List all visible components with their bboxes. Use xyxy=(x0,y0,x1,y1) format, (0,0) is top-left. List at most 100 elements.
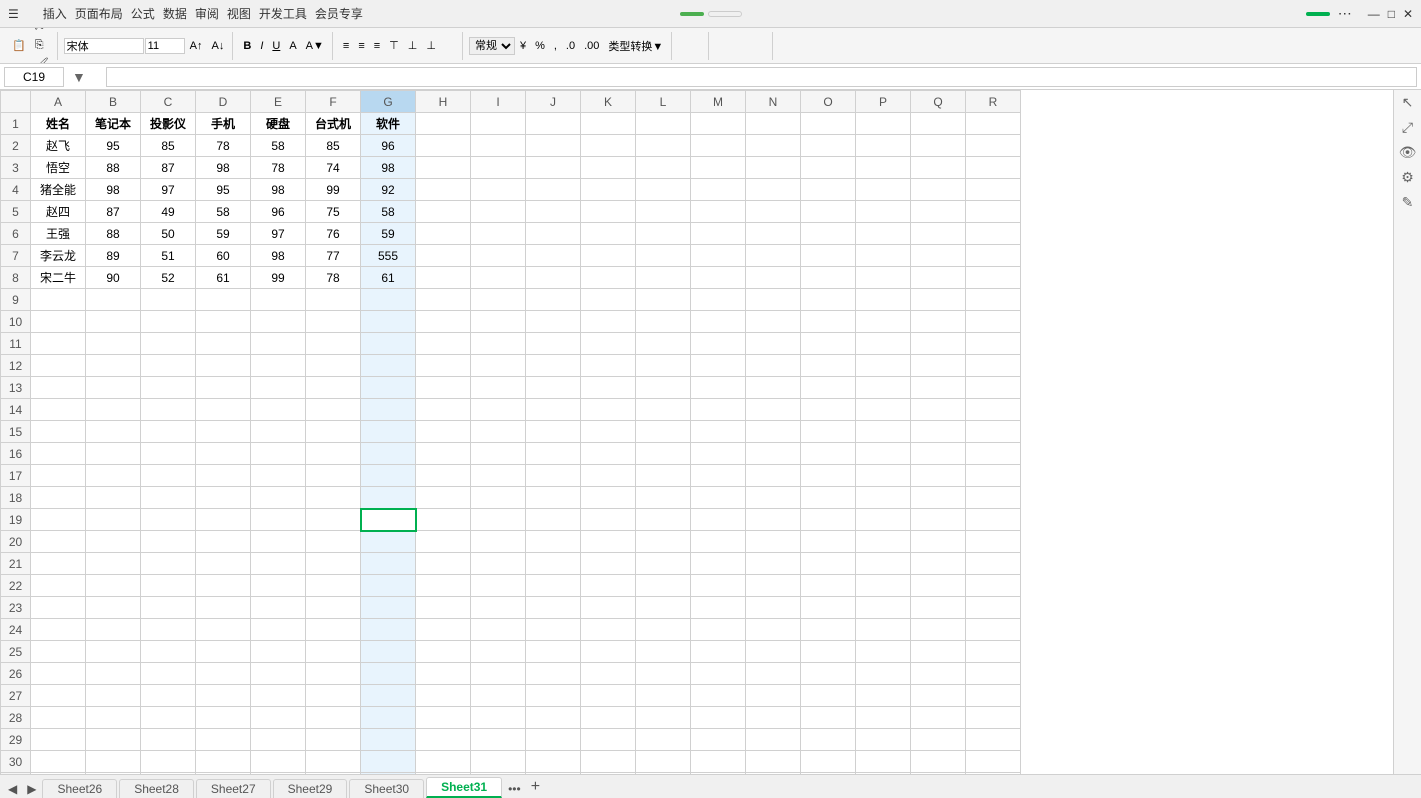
cell-L19[interactable] xyxy=(636,509,691,531)
cell-G16[interactable] xyxy=(361,443,416,465)
cell-F14[interactable] xyxy=(306,399,361,421)
cell-P9[interactable] xyxy=(856,289,911,311)
cell-N26[interactable] xyxy=(746,663,801,685)
cell-G2[interactable]: 96 xyxy=(361,135,416,157)
row-header-26[interactable]: 26 xyxy=(1,663,31,685)
cell-G6[interactable]: 59 xyxy=(361,223,416,245)
cell-K23[interactable] xyxy=(581,597,636,619)
cell-K21[interactable] xyxy=(581,553,636,575)
cell-C10[interactable] xyxy=(141,311,196,333)
cell-G28[interactable] xyxy=(361,707,416,729)
row-header-29[interactable]: 29 xyxy=(1,729,31,751)
cell-D12[interactable] xyxy=(196,355,251,377)
settings-icon[interactable]: ⚙ xyxy=(1401,169,1414,186)
sum-btn[interactable] xyxy=(715,44,723,48)
cell-F13[interactable] xyxy=(306,377,361,399)
cell-K15[interactable] xyxy=(581,421,636,443)
cell-F30[interactable] xyxy=(306,751,361,773)
cell-I10[interactable] xyxy=(471,311,526,333)
cell-E7[interactable]: 98 xyxy=(251,245,306,267)
cell-E16[interactable] xyxy=(251,443,306,465)
cell-F10[interactable] xyxy=(306,311,361,333)
cell-C8[interactable]: 52 xyxy=(141,267,196,289)
cell-Q11[interactable] xyxy=(911,333,966,355)
cell-B20[interactable] xyxy=(86,531,141,553)
cell-K5[interactable] xyxy=(581,201,636,223)
cell-H18[interactable] xyxy=(416,487,471,509)
cell-N27[interactable] xyxy=(746,685,801,707)
row-header-16[interactable]: 16 xyxy=(1,443,31,465)
col-header-G[interactable]: G xyxy=(361,91,416,113)
cell-P15[interactable] xyxy=(856,421,911,443)
cell-R27[interactable] xyxy=(966,685,1021,707)
cell-L23[interactable] xyxy=(636,597,691,619)
cell-I1[interactable] xyxy=(471,113,526,135)
cell-B4[interactable]: 98 xyxy=(86,179,141,201)
cell-Q3[interactable] xyxy=(911,157,966,179)
cell-G17[interactable] xyxy=(361,465,416,487)
cell-D31[interactable] xyxy=(196,773,251,775)
cell-G12[interactable] xyxy=(361,355,416,377)
cell-P1[interactable] xyxy=(856,113,911,135)
cell-E30[interactable] xyxy=(251,751,306,773)
cell-H14[interactable] xyxy=(416,399,471,421)
row-header-25[interactable]: 25 xyxy=(1,641,31,663)
start-button[interactable] xyxy=(680,12,704,16)
cell-F11[interactable] xyxy=(306,333,361,355)
cell-B15[interactable] xyxy=(86,421,141,443)
cell-B18[interactable] xyxy=(86,487,141,509)
fill-btn[interactable] xyxy=(742,44,750,48)
cell-C3[interactable]: 87 xyxy=(141,157,196,179)
cell-J2[interactable] xyxy=(526,135,581,157)
cell-R29[interactable] xyxy=(966,729,1021,751)
cell-P29[interactable] xyxy=(856,729,911,751)
cell-O24[interactable] xyxy=(801,619,856,641)
cell-I27[interactable] xyxy=(471,685,526,707)
cell-A30[interactable] xyxy=(31,751,86,773)
more-sheets-btn[interactable]: ••• xyxy=(504,780,525,798)
cell-O17[interactable] xyxy=(801,465,856,487)
cell-K18[interactable] xyxy=(581,487,636,509)
cell-O23[interactable] xyxy=(801,597,856,619)
cell-F17[interactable] xyxy=(306,465,361,487)
cell-Q25[interactable] xyxy=(911,641,966,663)
cell-Q7[interactable] xyxy=(911,245,966,267)
cell-M2[interactable] xyxy=(691,135,746,157)
cell-P26[interactable] xyxy=(856,663,911,685)
cell-A3[interactable]: 悟空 xyxy=(31,157,86,179)
cell-M20[interactable] xyxy=(691,531,746,553)
col-header-J[interactable]: J xyxy=(526,91,581,113)
cell-P28[interactable] xyxy=(856,707,911,729)
cell-A12[interactable] xyxy=(31,355,86,377)
cell-O26[interactable] xyxy=(801,663,856,685)
cell-N19[interactable] xyxy=(746,509,801,531)
menu-data[interactable]: 数据 xyxy=(163,5,187,22)
cell-M17[interactable] xyxy=(691,465,746,487)
sheet-tab-Sheet30[interactable]: Sheet30 xyxy=(349,779,424,798)
cell-F22[interactable] xyxy=(306,575,361,597)
cell-D11[interactable] xyxy=(196,333,251,355)
cell-N25[interactable] xyxy=(746,641,801,663)
cell-A7[interactable]: 李云龙 xyxy=(31,245,86,267)
cell-P8[interactable] xyxy=(856,267,911,289)
cell-O20[interactable] xyxy=(801,531,856,553)
cell-R13[interactable] xyxy=(966,377,1021,399)
cell-H25[interactable] xyxy=(416,641,471,663)
cell-C31[interactable] xyxy=(141,773,196,775)
cell-J19[interactable] xyxy=(526,509,581,531)
cell-L12[interactable] xyxy=(636,355,691,377)
cell-I26[interactable] xyxy=(471,663,526,685)
cell-D28[interactable] xyxy=(196,707,251,729)
cell-G5[interactable]: 58 xyxy=(361,201,416,223)
cell-D17[interactable] xyxy=(196,465,251,487)
cell-P7[interactable] xyxy=(856,245,911,267)
cell-J25[interactable] xyxy=(526,641,581,663)
cell-A16[interactable] xyxy=(31,443,86,465)
cell-R20[interactable] xyxy=(966,531,1021,553)
cell-R21[interactable] xyxy=(966,553,1021,575)
maximize-btn[interactable]: □ xyxy=(1388,7,1395,21)
expand-formula-icon[interactable]: ▼ xyxy=(68,69,90,85)
cell-O5[interactable] xyxy=(801,201,856,223)
row-header-21[interactable]: 21 xyxy=(1,553,31,575)
cell-N3[interactable] xyxy=(746,157,801,179)
